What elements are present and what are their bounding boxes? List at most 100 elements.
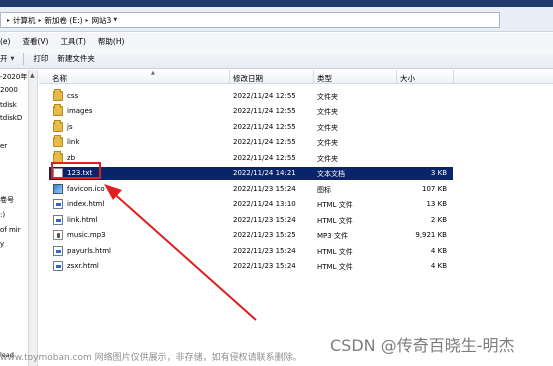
file-row[interactable]: zb 2022/11/24 12:55 文件夹 [49, 151, 453, 165]
folder-icon [53, 104, 63, 116]
file-size: 3 KB [430, 169, 447, 177]
file-date: 2022/11/24 12:55 [233, 154, 296, 162]
column-size[interactable]: 大小 [400, 73, 415, 84]
nav-item[interactable]: 2000 [0, 86, 18, 94]
file-name: js [67, 123, 73, 131]
site-watermark: www.toymoban.com 网络图片仅供展示，非存储，如有侵权请联系删除。 [0, 353, 302, 363]
chevron-down-icon: ▼ [10, 55, 15, 62]
open-button[interactable]: 开 ▼ [0, 53, 14, 64]
nav-item[interactable]: -2020年 [0, 72, 27, 82]
nav-item[interactable]: of mir [0, 226, 21, 234]
file-row[interactable]: zsxr.html 2022/11/23 15:24 HTML 文件 4 KB [49, 260, 453, 273]
column-type[interactable]: 类型 [317, 73, 332, 84]
address-bar-row: ▸ 计算机 ▸ 新加卷 (E:) ▸ 网站3 ▼ [0, 7, 553, 32]
column-divider[interactable] [313, 70, 314, 84]
nav-scrollbar[interactable]: ▲ [28, 70, 37, 366]
breadcrumb: ▸ 计算机 ▸ 新加卷 (E:) ▸ 网站3 ▼ [4, 15, 117, 26]
column-divider[interactable] [396, 70, 397, 84]
file-date: 2022/11/24 13:10 [233, 200, 296, 208]
file-date: 2022/11/23 15:25 [233, 231, 296, 239]
file-type: 文件夹 [317, 93, 338, 101]
file-name: payurls.html [67, 247, 111, 255]
nav-item[interactable]: 卷号 [0, 195, 14, 205]
file-row[interactable]: images 2022/11/24 12:55 文件夹 [49, 104, 453, 118]
nav-item[interactable]: tdiskD [0, 114, 22, 122]
menu-help[interactable]: 帮助(H) [98, 36, 125, 47]
nav-item[interactable]: :) [0, 211, 5, 219]
file-type: 文件夹 [317, 155, 338, 163]
html-file-icon [53, 215, 63, 225]
file-row[interactable]: index.html 2022/11/24 13:10 HTML 文件 13 K… [49, 198, 453, 211]
file-row[interactable]: payurls.html 2022/11/23 15:24 HTML 文件 4 … [49, 245, 453, 258]
file-name: images [67, 107, 93, 115]
breadcrumb-separator-icon[interactable]: ▸ [39, 17, 42, 24]
file-date: 2022/11/24 12:55 [233, 107, 296, 115]
file-size: 4 KB [430, 262, 447, 270]
file-date: 2022/11/23 15:24 [233, 247, 296, 255]
folder-icon [53, 135, 63, 147]
breadcrumb-drive[interactable]: 新加卷 (E:) [45, 15, 83, 26]
sort-arrow-icon: ▲ [151, 70, 155, 76]
file-date: 2022/11/23 15:24 [233, 262, 296, 270]
nav-item[interactable]: er [0, 142, 7, 150]
menu-bar: (e) 查看(V) 工具(T) 帮助(H) [0, 33, 553, 49]
file-list: 名称 ▲ 修改日期 类型 大小 css 2022/11/24 12:55 文件夹… [39, 70, 553, 366]
file-type: 文件夹 [317, 139, 338, 147]
menu-view[interactable]: 查看(V) [22, 36, 48, 47]
file-row[interactable]: link 2022/11/24 12:55 文件夹 [49, 135, 453, 149]
scroll-up-icon[interactable]: ▲ [30, 72, 35, 79]
toolbar: 开 ▼ 打印 新建文件夹 [0, 49, 553, 69]
breadcrumb-computer[interactable]: 计算机 [13, 15, 36, 26]
file-row[interactable]: favicon.ico 2022/11/23 15:24 图标 107 KB [49, 183, 453, 196]
chevron-down-icon[interactable]: ▼ [113, 17, 117, 23]
html-file-icon [53, 246, 63, 256]
folder-icon [53, 120, 63, 132]
file-type: HTML 文件 [317, 263, 353, 271]
html-file-icon [53, 261, 63, 271]
file-name: link.html [67, 216, 98, 224]
file-name: css [67, 92, 79, 100]
file-size: 4 KB [430, 247, 447, 255]
column-divider[interactable] [229, 70, 230, 84]
file-name: link [67, 138, 80, 146]
file-date: 2022/11/24 12:55 [233, 92, 296, 100]
file-type: HTML 文件 [317, 217, 353, 225]
file-date: 2022/11/24 12:55 [233, 138, 296, 146]
file-type: MP3 文件 [317, 232, 348, 240]
column-divider[interactable] [453, 70, 454, 84]
window-top-strip [0, 0, 553, 7]
file-row[interactable]: css 2022/11/24 12:55 文件夹 [49, 89, 453, 103]
menu-edit[interactable]: (e) [0, 37, 10, 46]
file-row[interactable]: js 2022/11/24 12:55 文件夹 [49, 120, 453, 134]
column-date[interactable]: 修改日期 [233, 73, 263, 84]
address-bar[interactable]: ▸ 计算机 ▸ 新加卷 (E:) ▸ 网站3 ▼ [0, 12, 500, 28]
file-type: 文件夹 [317, 108, 338, 116]
nav-item[interactable]: tdisk [0, 101, 17, 109]
file-name: index.html [67, 200, 105, 208]
file-type: HTML 文件 [317, 248, 353, 256]
html-file-icon [53, 199, 63, 209]
file-type: 文件夹 [317, 124, 338, 132]
new-folder-button[interactable]: 新建文件夹 [57, 53, 95, 64]
file-name: favicon.ico [67, 185, 105, 193]
file-size: 107 KB [422, 185, 447, 193]
file-date: 2022/11/24 14:21 [233, 169, 296, 177]
nav-item[interactable]: y [0, 240, 4, 248]
file-row[interactable]: music.mp3 2022/11/23 15:25 MP3 文件 9,921 … [49, 229, 453, 242]
file-type: 图标 [317, 186, 331, 194]
breadcrumb-folder[interactable]: 网站3 [92, 15, 112, 26]
open-label: 开 [0, 54, 8, 63]
file-size: 2 KB [430, 216, 447, 224]
audio-file-icon [53, 230, 63, 240]
column-name[interactable]: 名称 [52, 73, 67, 84]
breadcrumb-separator-icon[interactable]: ▸ [86, 17, 89, 24]
menu-tools[interactable]: 工具(T) [60, 36, 85, 47]
print-button[interactable]: 打印 [33, 53, 48, 64]
file-row-selected[interactable]: 123.txt 2022/11/24 14:21 文本文档 3 KB [49, 167, 453, 180]
file-date: 2022/11/23 15:24 [233, 185, 296, 193]
breadcrumb-separator-icon: ▸ [7, 16, 11, 24]
file-type: 文本文档 [317, 170, 345, 178]
folder-icon [53, 89, 63, 101]
annotation-highlight-box [51, 162, 101, 179]
file-row[interactable]: link.html 2022/11/23 15:24 HTML 文件 2 KB [49, 214, 453, 227]
